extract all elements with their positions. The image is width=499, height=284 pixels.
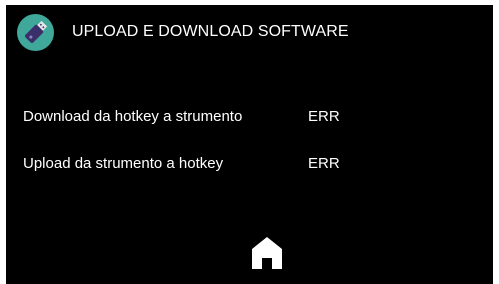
page-title: UPLOAD E DOWNLOAD SOFTWARE bbox=[72, 23, 349, 40]
upload-hotkey-label: Upload da strumento a hotkey bbox=[23, 155, 224, 172]
hotkey-screen: UPLOAD E DOWNLOAD SOFTWARE Download da h… bbox=[6, 5, 493, 284]
download-hotkey-status: ERR bbox=[308, 108, 340, 125]
upload-hotkey-status: ERR bbox=[308, 155, 340, 172]
home-icon bbox=[252, 237, 282, 269]
usb-stick-icon bbox=[17, 14, 54, 51]
home-button[interactable] bbox=[250, 235, 284, 271]
download-hotkey-label: Download da hotkey a strumento bbox=[23, 108, 243, 125]
